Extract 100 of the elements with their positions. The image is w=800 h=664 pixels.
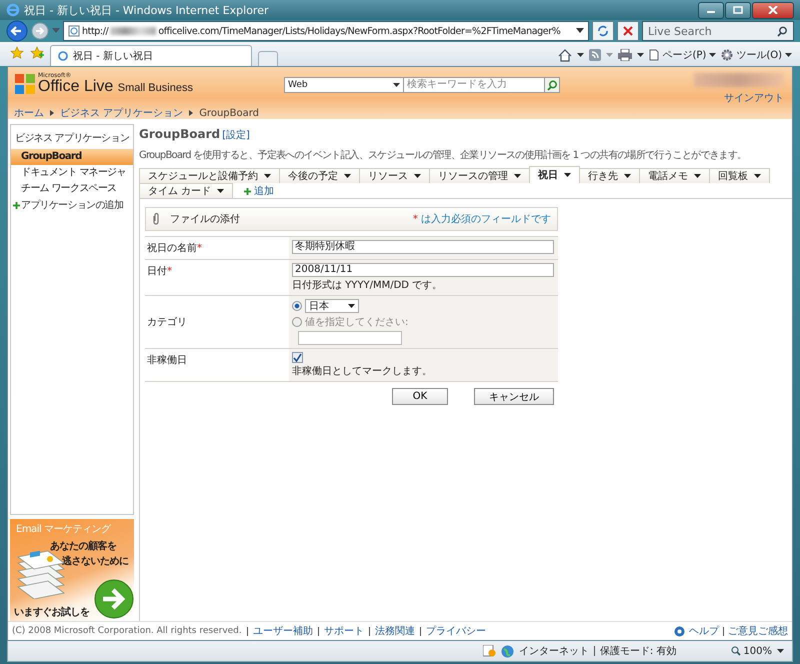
refresh-button[interactable]	[592, 21, 614, 41]
caret-icon[interactable]	[637, 52, 644, 58]
field-hint: 日付形式は YYYY/MM/DD です。	[292, 278, 442, 292]
window-title: 祝日 - 新しい祝日 - Windows Internet Explorer	[24, 2, 270, 18]
text-field[interactable]: 冬期特別休暇	[292, 240, 554, 254]
footer-link[interactable]: 法務関連	[374, 624, 415, 638]
page-description: GroupBoard を使用すると、予定表へのイベント記入、スケジュールの管理、企業リソースの使用計画を 1 つの共有の場所で行うことができます。	[139, 148, 748, 162]
ad-title: Email マーケティング	[16, 523, 110, 536]
tab[interactable]: 行き先	[579, 168, 640, 183]
search-icon[interactable]	[777, 26, 788, 36]
close-icon	[622, 25, 634, 37]
footer-link[interactable]: サポート	[324, 624, 364, 638]
help-icon	[674, 626, 685, 636]
caret-icon[interactable]	[777, 648, 784, 654]
footer-link[interactable]: プライバシー	[426, 624, 486, 638]
form-button[interactable]: OK	[392, 388, 448, 405]
keyword-field[interactable]: 検索キーワードを入力	[404, 77, 545, 93]
settings-link[interactable]: [設定]	[222, 128, 250, 142]
tab[interactable]: リソース	[359, 168, 430, 183]
caret-icon	[393, 82, 400, 88]
ad-text: あなたの顧客を	[50, 539, 116, 553]
caret-icon	[754, 174, 761, 178]
security-zone: インターネット	[518, 645, 589, 658]
warning-page-icon	[482, 645, 496, 657]
browser-tab[interactable]: 祝日 - 新しい祝日	[50, 45, 252, 66]
ad-call-to-action: いますぐお試しを	[14, 606, 90, 619]
paperclip-icon	[152, 213, 160, 225]
browser-logo-icon	[57, 50, 69, 62]
sidebar-item[interactable]: ドキュメント マネージャ	[11, 165, 133, 181]
maximize-icon	[733, 6, 743, 14]
field-label: カテゴリ	[146, 316, 188, 330]
tab[interactable]: 今後の予定	[279, 168, 360, 183]
tab[interactable]: スケジュールと設備予約	[139, 168, 280, 183]
attach-file-button[interactable]: ファイルの添付	[152, 212, 240, 226]
help-link[interactable]: ヘルプ	[689, 624, 719, 638]
refresh-icon	[597, 25, 609, 37]
add-favorite-icon[interactable]	[30, 46, 44, 60]
sign-out-link[interactable]: サインアウト	[724, 91, 784, 105]
ad-banner[interactable]: Email マーケティング あなたの顧客を 逃さないために いますぐお試しを	[10, 519, 134, 621]
breadcrumb-link[interactable]: ホーム	[14, 106, 44, 120]
radio-button[interactable]	[292, 317, 302, 327]
tab[interactable]: 回覧板	[709, 168, 770, 183]
footer-link[interactable]: ユーザー補助	[252, 624, 313, 638]
favorites-star-icon[interactable]	[10, 46, 24, 60]
browser-logo-icon	[6, 3, 20, 17]
plus-icon	[13, 202, 20, 208]
checkbox[interactable]	[292, 352, 303, 363]
breadcrumb-link[interactable]: GroupBoard	[199, 108, 260, 118]
caret-icon	[217, 188, 224, 194]
logo-text: Office Live	[38, 78, 114, 95]
stop-button[interactable]	[617, 21, 639, 41]
caret-icon	[264, 174, 271, 178]
page-icon	[68, 25, 80, 37]
maximize-button[interactable]	[725, 2, 751, 18]
page-icon	[649, 49, 660, 61]
custom-value-field[interactable]	[298, 331, 402, 345]
add-application-link[interactable]: アプリケーションの追加	[11, 197, 133, 213]
feeds-icon[interactable]	[589, 49, 602, 61]
caret-icon	[564, 172, 571, 178]
add-tab-link[interactable]: 追加	[244, 184, 274, 198]
caret-icon	[514, 174, 521, 178]
caret-icon	[624, 174, 631, 178]
caret-icon	[709, 52, 716, 58]
forward-button[interactable]	[31, 22, 49, 40]
tab[interactable]: 電話メモ	[639, 168, 710, 183]
office-logo-icon	[14, 73, 36, 95]
page-menu[interactable]: ページ(P)	[649, 48, 716, 62]
close-button[interactable]	[752, 2, 794, 18]
category-dropdown[interactable]: 日本	[305, 299, 359, 313]
caret-icon	[344, 174, 351, 178]
checkbox-label: 非稼働日としてマークします。	[292, 364, 432, 378]
caret-icon	[348, 304, 355, 308]
tools-menu[interactable]: ツール(O)	[721, 48, 792, 62]
form-button[interactable]: キャンセル	[474, 388, 554, 405]
text-field[interactable]: 2008/11/11	[292, 263, 554, 277]
radio-button[interactable]	[292, 301, 302, 311]
zoom-level-button[interactable]: 100%	[731, 646, 772, 656]
protected-mode-status: 保護モード: 有効	[600, 644, 676, 658]
address-field[interactable]: http:// officelive.com/TimeManager/Lists/Holidays/NewForm.aspx?RootFolder=%2FTimeManager%	[63, 21, 589, 41]
page-title: GroupBoard	[139, 127, 220, 141]
caret-icon[interactable]	[577, 52, 584, 58]
tab[interactable]: リソースの管理	[429, 168, 530, 183]
blurred-text	[110, 27, 156, 35]
back-button[interactable]	[6, 20, 28, 42]
home-icon[interactable]	[558, 48, 572, 62]
caret-icon[interactable]	[576, 28, 584, 34]
caret-icon	[414, 174, 421, 178]
globe-icon	[500, 644, 514, 658]
minimize-button[interactable]	[698, 2, 724, 18]
search-field[interactable]: Live Search	[642, 21, 794, 41]
breadcrumb-arrow-icon	[50, 110, 54, 116]
breadcrumb-link[interactable]: ビジネス アプリケーション	[60, 106, 184, 120]
search-scope-dropdown[interactable]: Web	[284, 77, 404, 93]
sidebar-item[interactable]: チーム ワークスペース	[11, 181, 133, 197]
feedback-link[interactable]: ご意見ご感想	[728, 624, 788, 638]
logo-subtitle: Small Business	[118, 82, 193, 94]
search-button[interactable]	[545, 77, 560, 93]
printer-icon[interactable]	[618, 49, 632, 61]
tab[interactable]: タイム カード	[139, 183, 234, 198]
sidebar-item[interactable]: GroupBoard	[11, 149, 133, 165]
